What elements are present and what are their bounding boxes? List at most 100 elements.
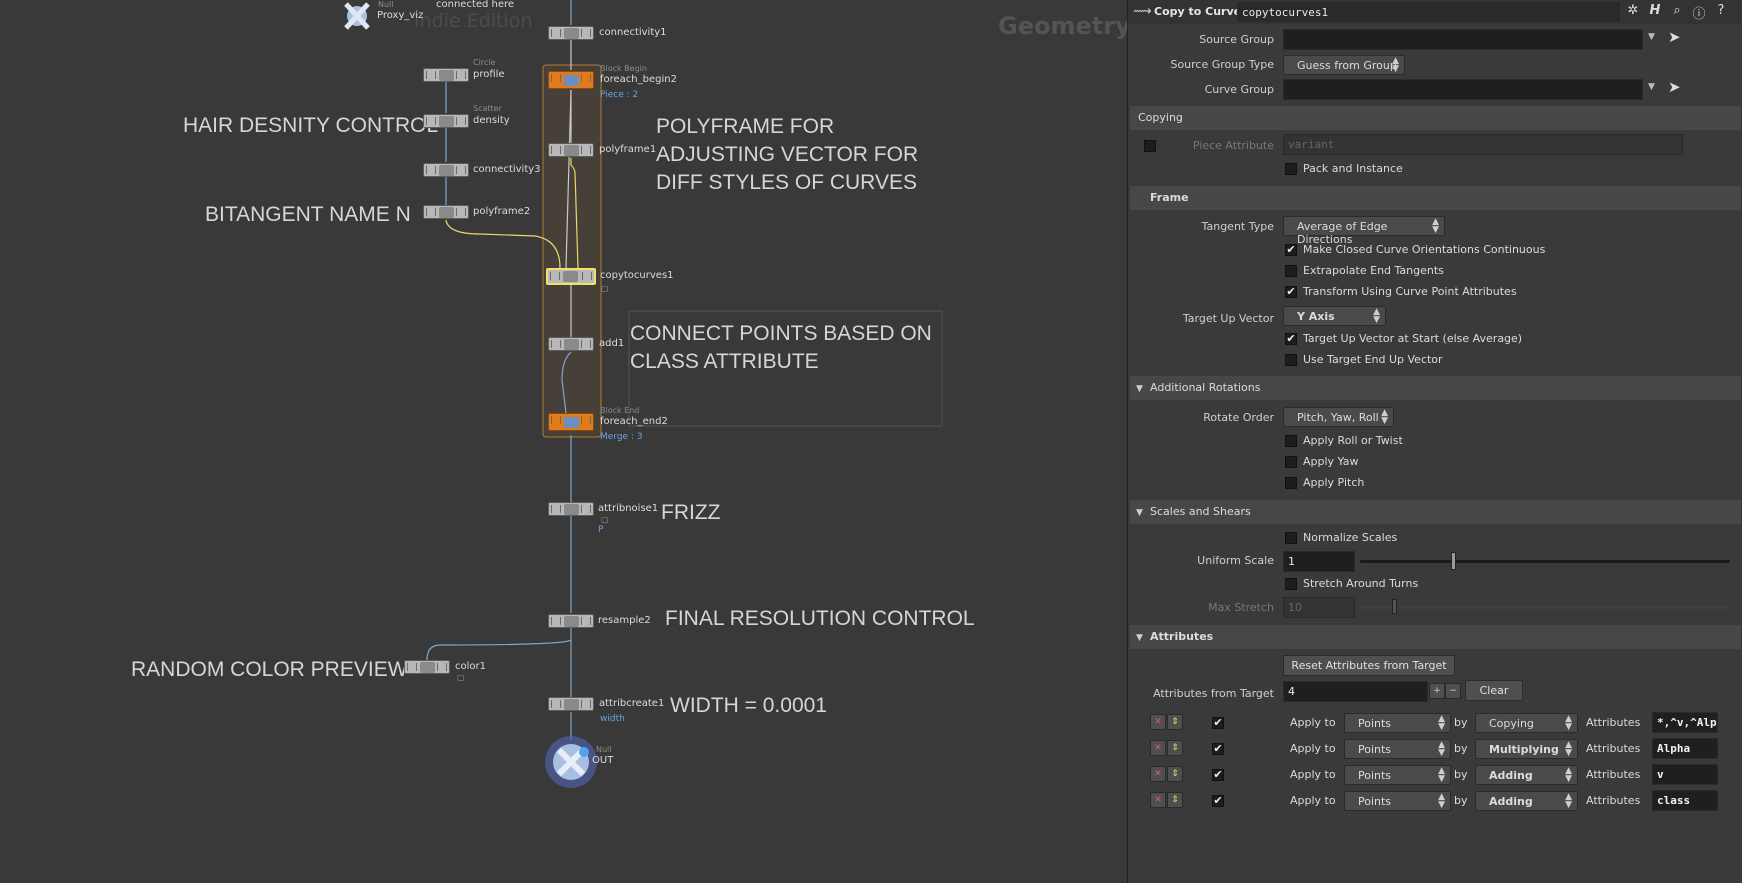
source-group-type-menu[interactable]: Guess from Group ▲ ▼ xyxy=(1283,55,1405,75)
by-menu[interactable]: Adding ▲ ▼ xyxy=(1475,765,1578,785)
remove-x-icon[interactable]: ✕ xyxy=(1150,740,1166,756)
foreach-block-outline xyxy=(542,64,602,438)
by-menu[interactable]: Multiplying ▲ ▼ xyxy=(1475,739,1578,759)
sticky-final-resolution[interactable]: FINAL RESOLUTION CONTROL xyxy=(665,605,975,633)
remove-entry-button[interactable]: − xyxy=(1445,683,1461,699)
attrs-from-target-field[interactable]: 4 xyxy=(1283,681,1428,702)
apply-to-menu[interactable]: Points ▲ ▼ xyxy=(1344,713,1451,733)
info-icon[interactable]: ⓘ xyxy=(1690,3,1708,22)
copy-to-curves-icon: ⟿ xyxy=(1133,4,1152,19)
curve-group-field[interactable] xyxy=(1283,79,1643,100)
pack-and-instance-checkbox[interactable] xyxy=(1285,163,1297,175)
make-closed-checkbox[interactable]: ✔ xyxy=(1285,244,1297,256)
chevron-down-icon[interactable]: ▼ xyxy=(1648,32,1655,42)
node-name-field[interactable]: copytocurves1 xyxy=(1237,2,1620,22)
section-copying[interactable]: Copying xyxy=(1130,106,1741,130)
add-entry-button[interactable]: + xyxy=(1429,683,1445,699)
apply-pitch-checkbox[interactable] xyxy=(1285,477,1297,489)
clear-button[interactable]: Clear xyxy=(1465,680,1523,701)
apply-yaw-checkbox[interactable] xyxy=(1285,456,1297,468)
sticky-bitangent[interactable]: BITANGENT NAME N xyxy=(205,201,411,229)
uniform-scale-slider[interactable] xyxy=(1360,560,1730,563)
rotate-order-menu[interactable]: Pitch, Yaw, Roll ▲ ▼ xyxy=(1283,407,1394,427)
source-group-field[interactable] xyxy=(1283,29,1643,50)
remove-x-icon[interactable]: ✕ xyxy=(1150,766,1166,782)
stretch-around-checkbox[interactable] xyxy=(1285,578,1297,590)
reset-attributes-button[interactable]: Reset Attributes from Target xyxy=(1283,655,1455,676)
sticky-connect-points[interactable]: CONNECT POINTS BASED ON CLASS ATTRIBUTE xyxy=(630,320,932,376)
apply-to-menu[interactable]: Points ▲ ▼ xyxy=(1344,739,1451,759)
node-attribcreate1[interactable] xyxy=(548,697,594,711)
normalize-scales-checkbox[interactable] xyxy=(1285,532,1297,544)
apply-yaw-label: Apply Yaw xyxy=(1303,455,1359,468)
extrapolate-checkbox[interactable] xyxy=(1285,265,1297,277)
section-attributes[interactable]: ▼ Attributes xyxy=(1130,625,1741,649)
target-up-menu[interactable]: Y Axis ▲ ▼ xyxy=(1283,306,1386,326)
slider-handle[interactable] xyxy=(1392,599,1397,614)
by-menu[interactable]: Copying ▲ ▼ xyxy=(1475,713,1578,733)
node-connectivity3[interactable] xyxy=(423,163,469,177)
chevron-down-icon[interactable]: ▼ xyxy=(1648,82,1655,92)
gear-icon[interactable]: ✲ xyxy=(1624,3,1642,21)
node-color1[interactable] xyxy=(404,660,450,674)
arrow-select-icon[interactable]: ➤ xyxy=(1668,78,1681,96)
section-additional-rotations[interactable]: ▼ Additional Rotations xyxy=(1130,376,1741,400)
apply-to-menu[interactable]: Points ▲ ▼ xyxy=(1344,765,1451,785)
sticky-hair-density[interactable]: HAIR DESNITY CONTROL xyxy=(183,112,438,140)
apply-to-menu[interactable]: Points ▲ ▼ xyxy=(1344,791,1451,811)
question-icon[interactable]: ? xyxy=(1712,3,1730,21)
max-stretch-field[interactable]: 10 xyxy=(1283,597,1355,618)
attributes-field[interactable]: v xyxy=(1652,764,1718,785)
remove-x-icon[interactable]: ✕ xyxy=(1150,792,1166,808)
slider-handle[interactable] xyxy=(1450,552,1456,570)
sticky-frizz[interactable]: FRIZZ xyxy=(661,499,720,527)
sticky-polyframe[interactable]: POLYFRAME FOR ADJUSTING VECTOR FOR DIFF … xyxy=(656,113,918,197)
node-density[interactable] xyxy=(423,114,469,128)
node-attribnoise1[interactable] xyxy=(548,502,594,516)
row-enable-checkbox[interactable]: ✔ xyxy=(1212,769,1224,781)
node-foreach-begin2[interactable] xyxy=(548,71,594,89)
row-enable-checkbox[interactable]: ✔ xyxy=(1212,743,1224,755)
reorder-icon[interactable]: ⇕ xyxy=(1167,792,1183,808)
resample-icon xyxy=(564,616,579,627)
piece-attribute-field[interactable]: variant xyxy=(1283,134,1683,155)
node-foreach-end2[interactable] xyxy=(548,413,594,431)
attributes-field[interactable]: Alpha xyxy=(1652,738,1718,759)
uniform-scale-field[interactable]: 1 xyxy=(1283,551,1355,572)
tangent-type-menu[interactable]: Average of Edge Directions ▲ ▼ xyxy=(1283,216,1445,246)
reorder-icon[interactable]: ⇕ xyxy=(1167,714,1183,730)
section-frame[interactable]: Frame xyxy=(1130,186,1741,210)
attributes-field[interactable]: *,^v,^Alpha xyxy=(1652,712,1718,733)
transform-using-checkbox[interactable]: ✔ xyxy=(1285,286,1297,298)
node-profile[interactable] xyxy=(423,68,469,82)
network-editor[interactable]: Indie Edition Geometry HAIR DESNITY CONT… xyxy=(0,0,1127,883)
reorder-icon[interactable]: ⇕ xyxy=(1167,766,1183,782)
node-polyframe2[interactable] xyxy=(423,205,469,219)
row-enable-checkbox[interactable]: ✔ xyxy=(1212,795,1224,807)
section-scales-shears[interactable]: ▼ Scales and Shears xyxy=(1130,500,1741,524)
node-connectivity1[interactable] xyxy=(548,26,594,40)
sticky-random-color[interactable]: RANDOM COLOR PREVIEW xyxy=(131,656,408,684)
attributes-field[interactable]: class xyxy=(1652,790,1718,811)
reorder-icon[interactable]: ⇕ xyxy=(1167,740,1183,756)
row-enable-checkbox[interactable]: ✔ xyxy=(1212,717,1224,729)
by-menu[interactable]: Adding ▲ ▼ xyxy=(1475,791,1578,811)
node-proxy-viz[interactable] xyxy=(338,0,378,34)
section-title: Copying xyxy=(1138,111,1183,124)
node-badge: Piece : 2 xyxy=(600,90,639,100)
search-icon[interactable]: ⌕ xyxy=(1668,3,1686,21)
apply-roll-checkbox[interactable] xyxy=(1285,435,1297,447)
arrow-select-icon[interactable]: ➤ xyxy=(1668,28,1681,46)
node-resample2[interactable] xyxy=(548,614,594,628)
max-stretch-slider[interactable] xyxy=(1360,606,1730,609)
target-up-start-checkbox[interactable]: ✔ xyxy=(1285,333,1297,345)
use-target-end-checkbox[interactable] xyxy=(1285,354,1297,366)
circle-icon xyxy=(439,70,454,81)
help-h-icon[interactable]: H xyxy=(1646,3,1664,21)
node-polyframe1[interactable] xyxy=(548,143,594,157)
node-add1[interactable] xyxy=(548,337,594,351)
node-out[interactable] xyxy=(544,735,598,789)
remove-x-icon[interactable]: ✕ xyxy=(1150,714,1166,730)
sticky-width[interactable]: WIDTH = 0.0001 xyxy=(670,692,827,720)
node-copytocurves1[interactable] xyxy=(546,268,596,285)
